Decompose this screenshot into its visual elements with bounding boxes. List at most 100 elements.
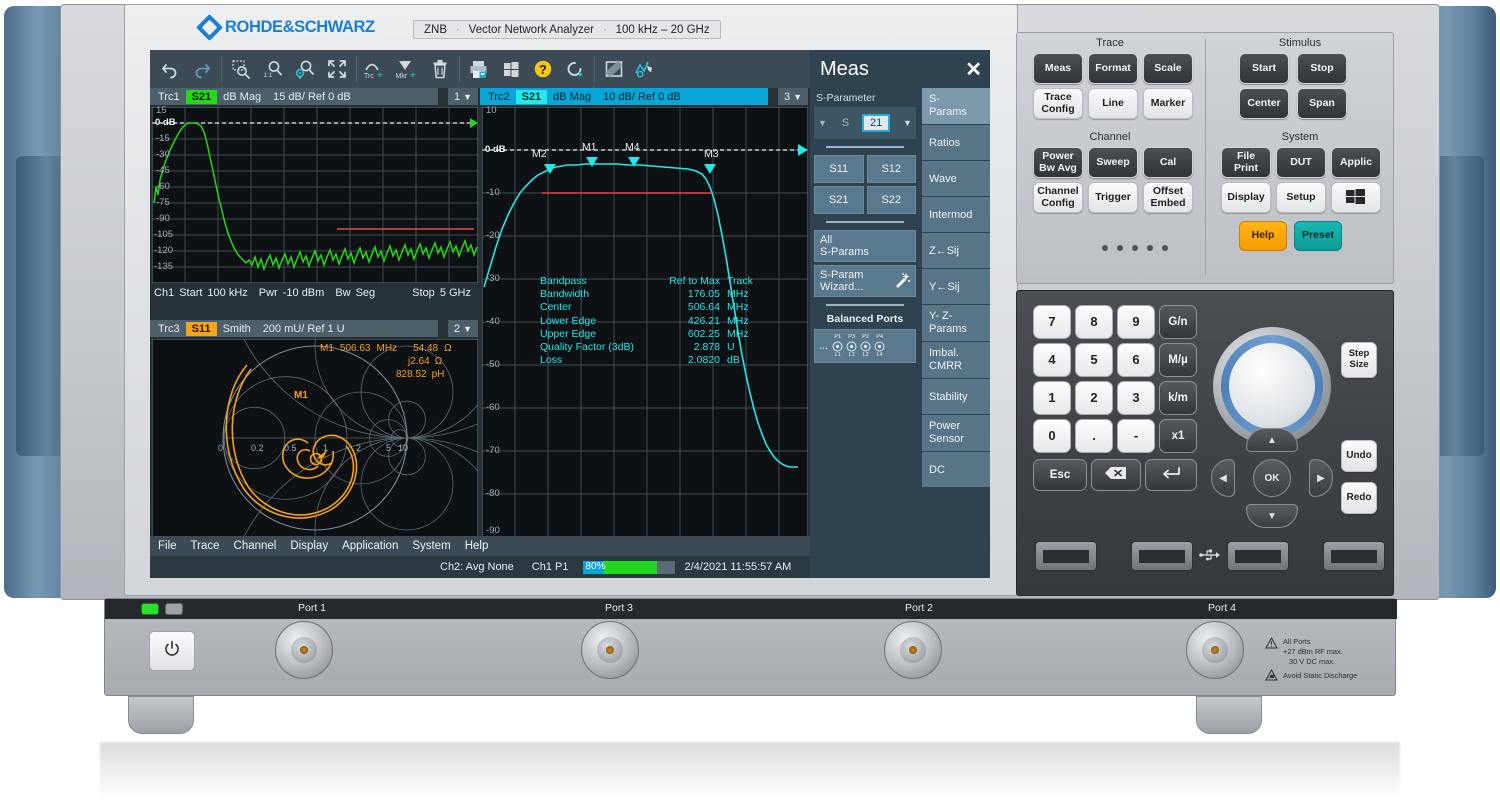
port-connector-1[interactable] <box>275 621 333 679</box>
key-marker[interactable]: Marker <box>1143 88 1193 119</box>
menu-item-channel[interactable]: Channel <box>234 540 277 552</box>
screenshot-icon[interactable] <box>598 53 630 85</box>
key-sweep[interactable]: Sweep <box>1088 147 1138 178</box>
diagram-trc1[interactable]: Trc1 S21 dB Mag 15 dB/ Ref 0 dB 1 ▼ <box>150 88 480 300</box>
all-sparams-button[interactable]: All S-Params <box>814 230 916 262</box>
key-undo[interactable]: Undo <box>1341 440 1377 472</box>
softkey-power-sensor[interactable]: Power Sensor <box>922 415 990 452</box>
key-setup[interactable]: Setup <box>1276 182 1326 213</box>
trc2-plot[interactable]: M2 M1 M4 M3 10 0 dB -10 -20 -30 -40 -50 … <box>482 107 808 539</box>
key-6[interactable]: 6 <box>1117 343 1155 377</box>
key-enter[interactable] <box>1145 459 1197 491</box>
key-span[interactable]: Span <box>1297 88 1347 119</box>
key-power-bw-avg[interactable]: Power Bw Avg <box>1033 147 1083 178</box>
maximize-icon[interactable] <box>321 53 353 85</box>
softkey-y-z-params[interactable]: Y- Z- Params <box>922 305 990 342</box>
key-redo[interactable]: Redo <box>1341 482 1377 514</box>
zoom-config-icon[interactable] <box>289 53 321 85</box>
key-step-size[interactable]: Step Size <box>1341 342 1377 378</box>
usb-port-2[interactable] <box>1131 541 1193 571</box>
softkey-wave[interactable]: Wave <box>922 161 990 197</box>
diagram-trc3[interactable]: Trc3 S11 Smith 200 mU/ Ref 1 U 2 ▼ <box>150 320 480 558</box>
key-channel-config[interactable]: Channel Config <box>1033 182 1083 213</box>
trc3-smith-plot[interactable]: 0 0.2 0.5 1 2 5 10 M1 M1 506.63 MHz 54.4 <box>152 339 478 537</box>
usb-port-3[interactable] <box>1227 541 1289 571</box>
usb-port-1[interactable] <box>1035 541 1097 571</box>
key-format[interactable]: Format <box>1088 53 1138 84</box>
key-4[interactable]: 4 <box>1033 343 1071 377</box>
key-meas[interactable]: Meas <box>1033 53 1083 84</box>
key-5[interactable]: 5 <box>1075 343 1113 377</box>
softkey-y-sij[interactable]: Y←Sij <box>922 269 990 305</box>
menu-item-system[interactable]: System <box>412 540 450 552</box>
key-3[interactable]: 3 <box>1117 381 1155 415</box>
port-connector-2[interactable] <box>884 621 942 679</box>
trc3-window-selector[interactable]: 2 ▼ <box>448 320 478 337</box>
key-windows[interactable] <box>1331 182 1381 213</box>
key-scale[interactable]: Scale <box>1143 53 1193 84</box>
sparam-stepper[interactable]: ▼ S 21 ▼ <box>814 107 916 139</box>
key-cal[interactable]: Cal <box>1143 147 1193 178</box>
key-x1[interactable]: x1 <box>1159 419 1197 453</box>
softkey-s-params[interactable]: S- Params <box>922 88 990 125</box>
softkey-z-sij[interactable]: Z←Sij <box>922 233 990 269</box>
trace-tools-icon[interactable] <box>630 53 662 85</box>
close-icon[interactable]: ✕ <box>965 57 982 82</box>
redo-icon[interactable] <box>186 53 218 85</box>
power-button[interactable] <box>149 631 195 671</box>
sparam-button-s22[interactable]: S22 <box>867 186 917 214</box>
key-trace-config[interactable]: Trace Config <box>1033 88 1083 119</box>
trc2-title[interactable]: Trc2 S21 dB Mag 10 dB/ Ref 0 dB <box>480 88 768 105</box>
sparam-button-s11[interactable]: S11 <box>814 155 864 183</box>
softkey-dc[interactable]: DC <box>922 452 990 488</box>
key-line[interactable]: Line <box>1088 88 1138 119</box>
zoom-1to1-icon[interactable]: 1:1 <box>257 53 289 85</box>
balanced-ports-button[interactable]: ... P1 L1 P3 L3 P2 <box>814 329 916 363</box>
trc1-plot[interactable]: 15 0 dB -15 -30 -45 -60 -75 -90 -105 -12… <box>152 107 478 283</box>
key-giga-nano[interactable]: G/n <box>1159 305 1197 339</box>
softkey-imbal-cmrr[interactable]: Imbal. CMRR <box>922 342 990 379</box>
key-7[interactable]: 7 <box>1033 305 1071 339</box>
windows-icon[interactable] <box>495 53 527 85</box>
key-trigger[interactable]: Trigger <box>1088 182 1138 213</box>
key-mega-micro[interactable]: M/µ <box>1159 343 1197 377</box>
sparam-button-s21[interactable]: S21 <box>814 186 864 214</box>
key-2[interactable]: 2 <box>1075 381 1113 415</box>
delete-icon[interactable] <box>424 53 456 85</box>
add-trace-icon[interactable]: Trc+ <box>360 53 392 85</box>
trc2-window-selector[interactable]: 3 ▼ <box>778 88 808 105</box>
key-kilo-milli[interactable]: k/m <box>1159 381 1197 415</box>
key-file-print[interactable]: File Print <box>1221 147 1271 178</box>
key-help[interactable]: Help <box>1239 221 1287 251</box>
print-save-icon[interactable] <box>463 53 495 85</box>
menu-item-application[interactable]: Application <box>342 540 398 552</box>
help-icon[interactable]: ? <box>527 53 559 85</box>
diagram-trc2[interactable]: Trc2 S21 dB Mag 10 dB/ Ref 0 dB 3 ▼ <box>480 88 810 558</box>
key-0[interactable]: 0 <box>1033 419 1071 453</box>
key-center[interactable]: Center <box>1239 88 1289 119</box>
key-esc[interactable]: Esc <box>1033 459 1087 491</box>
key-dut[interactable]: DUT <box>1276 147 1326 178</box>
key-stop[interactable]: Stop <box>1297 53 1347 84</box>
menu-item-display[interactable]: Display <box>290 540 328 552</box>
key-preset[interactable]: Preset <box>1294 221 1342 251</box>
refresh-icon[interactable] <box>559 53 591 85</box>
softkey-intermod[interactable]: Intermod <box>922 197 990 233</box>
undo-icon[interactable] <box>154 53 186 85</box>
key-backspace[interactable] <box>1091 459 1141 491</box>
trc1-title[interactable]: Trc1 S21 dB Mag 15 dB/ Ref 0 dB <box>150 88 438 105</box>
menu-item-file[interactable]: File <box>158 540 177 552</box>
key-1[interactable]: 1 <box>1033 381 1071 415</box>
zoom-select-icon[interactable] <box>225 53 257 85</box>
key-8[interactable]: 8 <box>1075 305 1113 339</box>
nav-ok-button[interactable]: OK <box>1253 459 1291 497</box>
key-minus[interactable]: - <box>1117 419 1155 453</box>
sparam-wizard-button[interactable]: S-Param Wizard... <box>814 265 916 297</box>
chevron-down-icon-left[interactable]: ▼ <box>818 118 827 128</box>
softkey-ratios[interactable]: Ratios <box>922 125 990 161</box>
sparam-button-s12[interactable]: S12 <box>867 155 917 183</box>
usb-port-4[interactable] <box>1323 541 1385 571</box>
chevron-down-icon-right[interactable]: ▼ <box>903 118 912 128</box>
key-offset-embed[interactable]: Offset Embed <box>1143 182 1193 213</box>
menu-item-trace[interactable]: Trace <box>191 540 220 552</box>
